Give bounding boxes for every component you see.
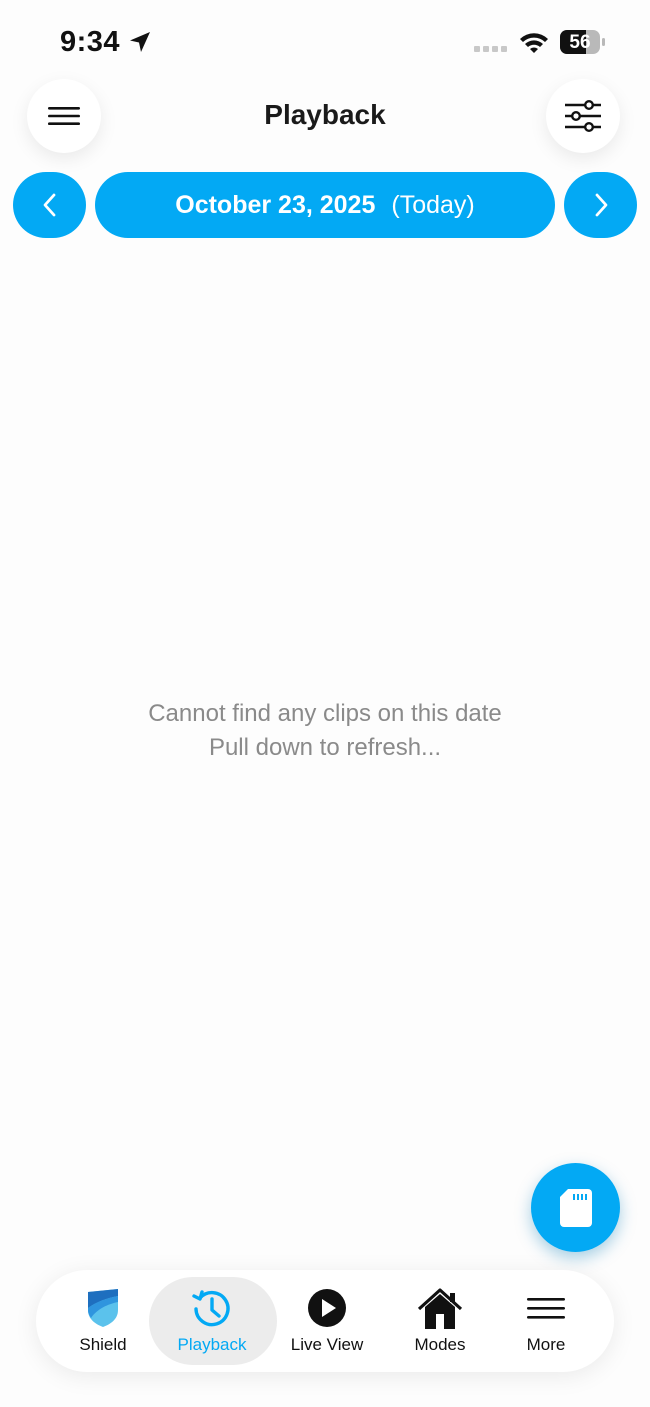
tab-label: Modes (414, 1335, 466, 1354)
tab-playback[interactable]: Playback (157, 1270, 267, 1372)
wifi-icon (520, 33, 548, 53)
next-date-button[interactable] (564, 172, 637, 238)
relative-date-label: (Today) (391, 190, 475, 219)
tab-label: More (526, 1335, 566, 1354)
tab-label: Live View (290, 1335, 364, 1354)
shield-icon (88, 1289, 118, 1327)
empty-state-line: Cannot find any clips on this date (148, 700, 502, 727)
tab-more[interactable]: More (491, 1270, 601, 1372)
location-arrow-icon (130, 32, 150, 52)
tab-label: Playback (177, 1335, 247, 1354)
previous-date-button[interactable] (13, 172, 86, 238)
refresh-hint: Pull down to refresh... (208, 734, 442, 761)
menu-icon (527, 1298, 565, 1319)
date-picker-button[interactable]: October 23, 2025 (Today) (95, 172, 555, 238)
status-time: 9:34 (60, 26, 121, 58)
empty-state-message: Cannot find any clips on this date Pull … (0, 697, 650, 765)
chevron-right-icon (595, 193, 607, 217)
tab-shield[interactable]: Shield (48, 1270, 158, 1372)
battery-level: 56 (569, 32, 591, 53)
bottom-tab-bar: Shield Playback Live View Modes More (36, 1270, 614, 1372)
sliders-icon (565, 100, 601, 132)
chevron-left-icon (43, 193, 55, 217)
cellular-signal-icon (474, 46, 507, 52)
filter-button[interactable] (546, 79, 620, 153)
history-icon (192, 1290, 230, 1327)
sd-card-button[interactable] (531, 1163, 620, 1252)
play-circle-icon (308, 1289, 346, 1327)
home-icon (417, 1288, 463, 1329)
tab-live-view[interactable]: Live View (272, 1270, 382, 1372)
tab-modes[interactable]: Modes (385, 1270, 495, 1372)
sd-card-icon (559, 1188, 592, 1227)
selected-date: October 23, 2025 (175, 190, 376, 219)
tab-label: Shield (79, 1335, 127, 1354)
status-bar: 9:34 56 (0, 0, 650, 86)
